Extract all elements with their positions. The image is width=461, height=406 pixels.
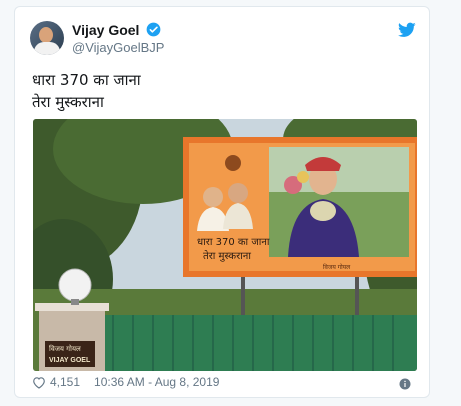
author-name[interactable]: Vijay Goel <box>72 22 139 38</box>
billboard-photo: धारा 370 का जाना तेरा मुस्कराना विजय गोय… <box>33 119 417 371</box>
avatar[interactable] <box>30 21 64 55</box>
author-handle[interactable]: @VijayGoelBJP <box>72 40 164 55</box>
info-icon[interactable] <box>399 378 411 390</box>
tweet-text-line-2: तेरा मुस्कराना <box>32 93 104 111</box>
tweet-text: धारा 370 का जाना तेरा मुस्कराना <box>32 69 141 113</box>
billboard-text-1: धारा 370 का जाना <box>197 237 270 248</box>
nameplate-line-2: VIJAY GOEL <box>49 357 91 364</box>
tweet-footer: 4,151 10:36 AM - Aug 8, 2019 <box>32 375 219 389</box>
heart-icon[interactable] <box>32 376 46 389</box>
timestamp[interactable]: 10:36 AM - Aug 8, 2019 <box>94 375 219 389</box>
twitter-bird-icon[interactable] <box>398 22 416 38</box>
tweet-text-line-1: धारा 370 का जाना <box>32 71 141 89</box>
tweet-photo[interactable]: धारा 370 का जाना तेरा मुस्कराना विजय गोय… <box>33 119 417 371</box>
billboard: धारा 370 का जाना तेरा मुस्कराना विजय गोय… <box>183 137 417 277</box>
billboard-footer: विजय गोयल <box>323 263 351 271</box>
billboard-text-2: तेरा मुस्कराना <box>203 250 251 262</box>
verified-icon <box>146 22 161 37</box>
nameplate-line-1: विजय गोयल <box>49 344 81 353</box>
like-count[interactable]: 4,151 <box>50 375 80 389</box>
tweet-card: Vijay Goel @VijayGoelBJP धारा 370 का जान… <box>14 6 430 398</box>
